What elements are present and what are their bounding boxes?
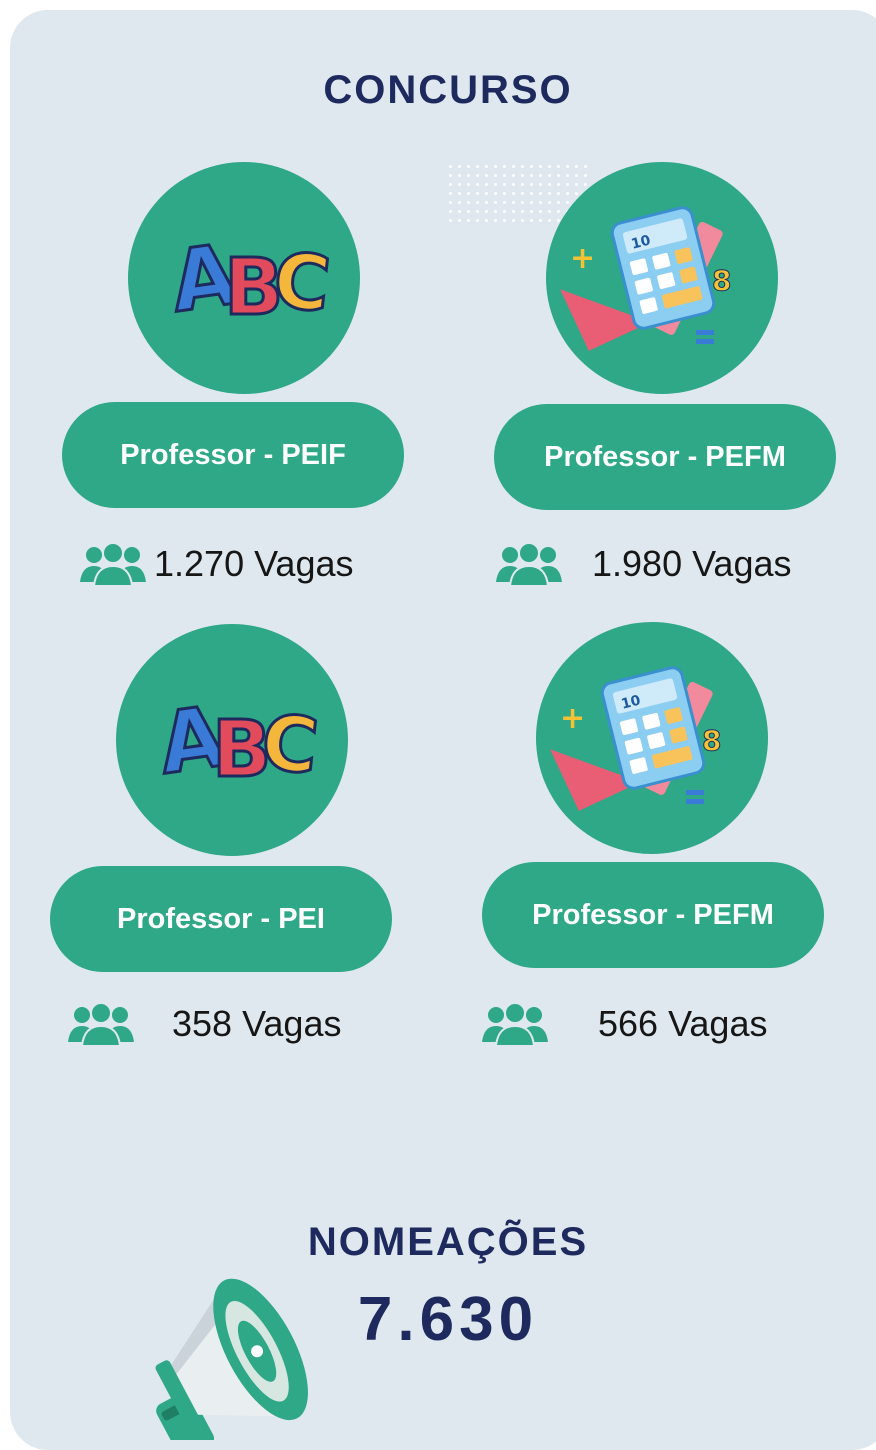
position-button-pefm-2[interactable]: Professor - PEFM (482, 862, 824, 968)
position-button-pei[interactable]: Professor - PEI (50, 866, 392, 972)
position-button-pefm-1[interactable]: Professor - PEFM (494, 404, 836, 510)
users-group-icon (68, 1002, 134, 1046)
vagas-peif: 1.270 Vagas (80, 542, 354, 586)
position-button-peif[interactable]: Professor - PEIF (62, 402, 404, 508)
summary-label: NOMEAÇÕES (307, 1220, 589, 1264)
abc-letters-icon: A B C (164, 224, 336, 335)
svg-text:+: + (570, 241, 595, 276)
illustration-circle-pefm-1: 10 + 8 (546, 162, 778, 394)
vagas-pefm-2: 566 Vagas (482, 1002, 767, 1046)
vagas-count: 358 Vagas (172, 1003, 342, 1044)
abc-letters-icon: A B C (152, 686, 324, 797)
illustration-circle-peif: A B C (128, 162, 360, 394)
svg-text:C: C (270, 235, 335, 329)
svg-text:+: + (560, 701, 585, 736)
page-title: CONCURSO (323, 68, 573, 112)
vagas-count: 1.980 Vagas (592, 543, 792, 584)
illustration-circle-pei: A B C (116, 624, 348, 856)
vagas-count: 566 Vagas (598, 1003, 768, 1044)
vagas-pefm-1: 1.980 Vagas (496, 542, 792, 586)
svg-text:8: 8 (712, 264, 731, 297)
svg-text:8: 8 (702, 724, 721, 757)
megaphone-icon (155, 1278, 308, 1440)
users-group-icon (80, 542, 146, 586)
users-group-icon (482, 1002, 548, 1046)
calculator-icon: 10 + 8 (550, 666, 722, 811)
calculator-icon: 10 + 8 (560, 206, 732, 351)
card: CONCURSO A B C 10 + 8 Professor - PEIF P… (10, 10, 876, 1450)
illustration-circle-pefm-2: 10 + 8 (536, 622, 768, 854)
svg-text:C: C (258, 697, 323, 791)
vagas-pei: 358 Vagas (68, 1002, 341, 1046)
vagas-count: 1.270 Vagas (154, 543, 354, 584)
users-group-icon (496, 542, 562, 586)
